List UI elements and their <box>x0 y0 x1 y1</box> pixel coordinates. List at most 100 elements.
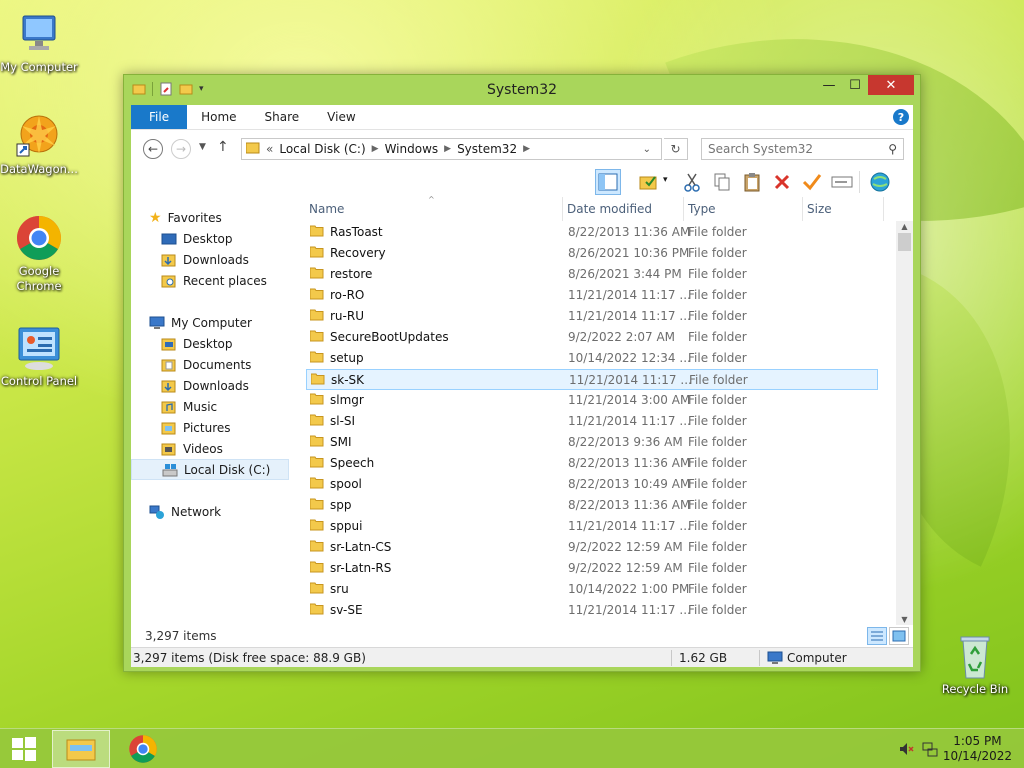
large-icons-view-button[interactable] <box>889 627 909 645</box>
start-button[interactable] <box>0 730 48 768</box>
nav-music[interactable]: Music <box>131 396 289 417</box>
desktop-icon-datawagon[interactable]: DataWagon... <box>0 112 78 177</box>
table-row[interactable]: sppui 11/21/2014 11:17 ... File folder <box>306 516 878 537</box>
back-button[interactable]: ← <box>143 139 163 159</box>
column-header-name[interactable]: Name ^ <box>306 195 563 221</box>
table-row[interactable]: ro-RO 11/21/2014 11:17 ... File folder <box>306 285 878 306</box>
column-header-type[interactable]: Type <box>685 197 803 221</box>
details-view-button[interactable] <box>867 627 887 645</box>
search-input[interactable] <box>702 139 872 159</box>
recent-locations-icon[interactable]: ▼ <box>199 142 206 152</box>
separator <box>671 650 672 666</box>
speaker-muted-icon[interactable] <box>898 741 914 757</box>
nav-label: Music <box>183 399 218 414</box>
forward-button[interactable]: → <box>171 139 191 159</box>
nav-downloads[interactable]: Downloads <box>131 375 289 396</box>
breadcrumb-system32[interactable]: System32 <box>457 142 517 156</box>
title-bar[interactable]: ▾ System32 — ☐ ✕ <box>124 75 920 105</box>
chevron-right-icon[interactable]: ▶ <box>372 144 379 154</box>
nav-fav-downloads[interactable]: Downloads <box>131 249 289 270</box>
paste-button[interactable] <box>739 169 765 195</box>
table-row[interactable]: sk-SK 11/21/2014 11:17 ... File folder <box>306 369 878 390</box>
breadcrumb-windows[interactable]: Windows <box>385 142 439 156</box>
file-name: sr-Latn-CS <box>330 540 392 554</box>
table-row[interactable]: spp 8/22/2013 11:36 AM File folder <box>306 495 878 516</box>
table-row[interactable]: ru-RU 11/21/2014 11:17 ... File folder <box>306 306 878 327</box>
table-row[interactable]: SecureBootUpdates 9/2/2022 2:07 AM File fo… <box>306 327 878 348</box>
desktop-icon-recycle-bin[interactable]: Recycle Bin <box>936 632 1014 697</box>
nav-local-disk[interactable]: Local Disk (C:) <box>131 459 289 480</box>
address-bar[interactable]: « Local Disk (C:) ▶ Windows ▶ System32 ▶… <box>241 138 662 160</box>
chevron-right-icon[interactable]: ▶ <box>444 144 451 154</box>
delete-button[interactable] <box>769 169 795 195</box>
nav-fav-recent-places[interactable]: Recent places <box>131 270 289 291</box>
close-button[interactable]: ✕ <box>868 75 914 95</box>
chevron-down-icon[interactable]: ▾ <box>663 175 668 185</box>
desktop-icon-control-panel[interactable]: Control Panel <box>0 324 78 389</box>
table-row[interactable]: sv-SE 11/21/2014 11:17 ... File folder <box>306 600 878 621</box>
table-row[interactable]: sru 10/14/2022 1:00 PM File folder <box>306 579 878 600</box>
network-tray-icon[interactable] <box>922 741 938 757</box>
breadcrumb-local-disk[interactable]: Local Disk (C:) <box>279 142 365 156</box>
refresh-button[interactable]: ↻ <box>664 138 688 160</box>
chevron-right-icon[interactable]: ▶ <box>523 144 530 154</box>
desktop-icon-my-computer[interactable]: My Computer <box>0 10 78 75</box>
nav-network[interactable]: Network <box>131 501 289 522</box>
file-type: File folder <box>688 477 747 491</box>
table-row[interactable]: setup 10/14/2022 12:34 ... File folder <box>306 348 878 369</box>
system-clock[interactable]: 1:05 PM 10/14/2022 <box>943 734 1012 764</box>
tab-file[interactable]: File <box>131 105 188 129</box>
column-header-size[interactable]: Size <box>804 197 884 221</box>
taskbar-file-explorer[interactable] <box>52 730 110 768</box>
explorer-window[interactable]: ▾ System32 — ☐ ✕ File Home Share View ? … <box>123 74 921 672</box>
scroll-thumb[interactable] <box>898 233 911 251</box>
table-row[interactable]: RasToast 8/22/2013 11:36 AM File folder <box>306 222 878 243</box>
nav-my-computer[interactable]: My Computer <box>131 312 289 333</box>
vertical-scrollbar[interactable]: ▲ ▼ <box>896 221 913 625</box>
nav-fav-desktop[interactable]: Desktop <box>131 228 289 249</box>
file-name: sppui <box>330 519 363 533</box>
scroll-up-icon[interactable]: ▲ <box>896 222 913 231</box>
table-row[interactable]: sr-Latn-CS 9/2/2022 12:59 AM File folder <box>306 537 878 558</box>
nav-videos[interactable]: Videos <box>131 438 289 459</box>
nav-label: Network <box>171 504 222 519</box>
nav-desktop[interactable]: Desktop <box>131 333 289 354</box>
properties-check-button[interactable] <box>799 169 825 195</box>
table-row[interactable]: sr-Latn-RS 9/2/2022 12:59 AM File folder <box>306 558 878 579</box>
tab-share[interactable]: Share <box>251 105 314 129</box>
address-overflow[interactable]: « <box>266 142 273 156</box>
column-header-date[interactable]: Date modified <box>564 197 684 221</box>
search-box[interactable]: ⚲ <box>701 138 904 160</box>
file-date: 8/22/2013 11:36 AM <box>568 225 691 239</box>
nav-pictures[interactable]: Pictures <box>131 417 289 438</box>
taskbar-chrome[interactable] <box>114 730 172 768</box>
minimize-button[interactable]: — <box>816 75 842 95</box>
table-row[interactable]: sl-SI 11/21/2014 11:17 ... File folder <box>306 411 878 432</box>
copy-button[interactable] <box>709 169 735 195</box>
desktop-icon-google-chrome[interactable]: Google Chrome <box>0 214 78 294</box>
separator <box>859 171 860 193</box>
up-button[interactable]: ↑ <box>217 139 229 155</box>
nav-label: Videos <box>183 441 223 456</box>
scroll-down-icon[interactable]: ▼ <box>896 615 913 624</box>
table-row[interactable]: Recovery 8/26/2021 10:36 PM File folder <box>306 243 878 264</box>
table-row[interactable]: spool 8/22/2013 10:49 AM File folder <box>306 474 878 495</box>
cut-button[interactable] <box>679 169 705 195</box>
tab-home[interactable]: Home <box>187 105 250 129</box>
rename-button[interactable] <box>829 169 855 195</box>
table-row[interactable]: restore 8/26/2021 3:44 PM File folder <box>306 264 878 285</box>
folder-icon <box>309 519 324 531</box>
table-row[interactable]: Speech 8/22/2013 11:36 AM File folder <box>306 453 878 474</box>
table-row[interactable]: slmgr 11/21/2014 3:00 AM File folder <box>306 390 878 411</box>
preview-pane-button[interactable] <box>595 169 621 195</box>
move-to-button[interactable] <box>635 169 661 195</box>
nav-documents[interactable]: Documents <box>131 354 289 375</box>
table-row[interactable]: SMI 8/22/2013 9:36 AM File folder <box>306 432 878 453</box>
maximize-button[interactable]: ☐ <box>842 75 868 95</box>
nav-favorites[interactable]: ★ Favorites <box>131 207 289 228</box>
tab-view[interactable]: View <box>313 105 369 129</box>
help-icon[interactable]: ? <box>893 109 909 125</box>
status-bar: 3,297 items (Disk free space: 88.9 GB) 1… <box>131 647 913 667</box>
network-globe-button[interactable] <box>867 169 893 195</box>
chevron-down-icon[interactable]: ⌄ <box>643 144 651 155</box>
